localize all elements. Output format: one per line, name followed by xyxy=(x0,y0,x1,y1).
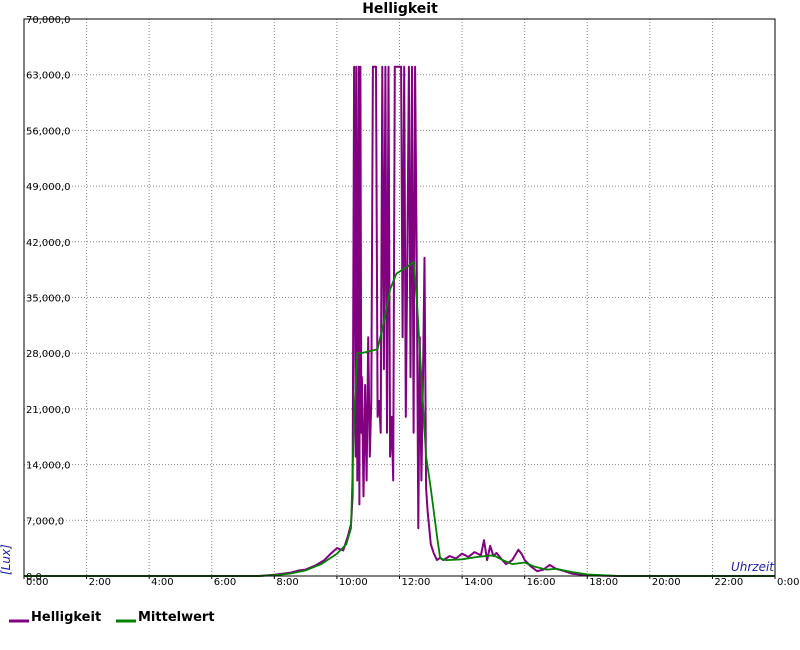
x-tick-label: 10:00 xyxy=(339,577,368,588)
x-tick-label: 6:00 xyxy=(214,577,236,588)
x-tick-label: 20:00 xyxy=(652,577,681,588)
chart-title: Helligkeit xyxy=(362,1,438,17)
y-tick-label: 28,000,0 xyxy=(26,349,71,360)
legend-label-mittelwert: Mittelwert xyxy=(138,610,215,625)
x-tick-label: 2:00 xyxy=(89,577,111,588)
x-tick-label: 18:00 xyxy=(589,577,618,588)
x-tick-label: 14:00 xyxy=(464,577,493,588)
x-axis-ticks: 0:00 2:00 4:00 6:00 8:00 10:00 12:00 14:00 16:00… xyxy=(23,576,799,588)
x-tick-label: 12:00 xyxy=(402,577,431,588)
y-tick-label: 14,000,0 xyxy=(26,461,71,472)
y-tick-label: 63,000,0 xyxy=(26,71,71,82)
brightness-chart: Helligkeit 0,07,000,014,000,021,000,028,… xyxy=(0,1,799,625)
x-tick-label: 0:00 xyxy=(26,577,48,588)
x-tick-label: 22:00 xyxy=(714,577,743,588)
y-tick-label: 21,000,0 xyxy=(26,405,71,416)
x-axis-label: Uhrzeit xyxy=(731,560,775,574)
legend: Helligkeit Mittelwert xyxy=(9,610,215,625)
y-axis-ticks: 0,07,000,014,000,021,000,028,000,035,000… xyxy=(26,15,71,583)
x-tick-label: 0:00 xyxy=(777,577,799,588)
y-tick-label: 35,000,0 xyxy=(26,294,71,305)
x-tick-label: 16:00 xyxy=(527,577,556,588)
legend-label-helligkeit: Helligkeit xyxy=(31,610,101,625)
y-tick-label: 42,000,0 xyxy=(26,238,71,249)
x-tick-label: 8:00 xyxy=(276,577,298,588)
grid xyxy=(24,19,775,576)
y-tick-label: 49,000,0 xyxy=(26,182,71,193)
x-tick-label: 4:00 xyxy=(151,577,173,588)
y-tick-label: 7,000,0 xyxy=(26,516,64,527)
y-tick-label: 70,000,0 xyxy=(26,15,71,26)
y-axis-label: [Lux] xyxy=(0,544,13,575)
y-tick-label: 56,000,0 xyxy=(26,126,71,137)
